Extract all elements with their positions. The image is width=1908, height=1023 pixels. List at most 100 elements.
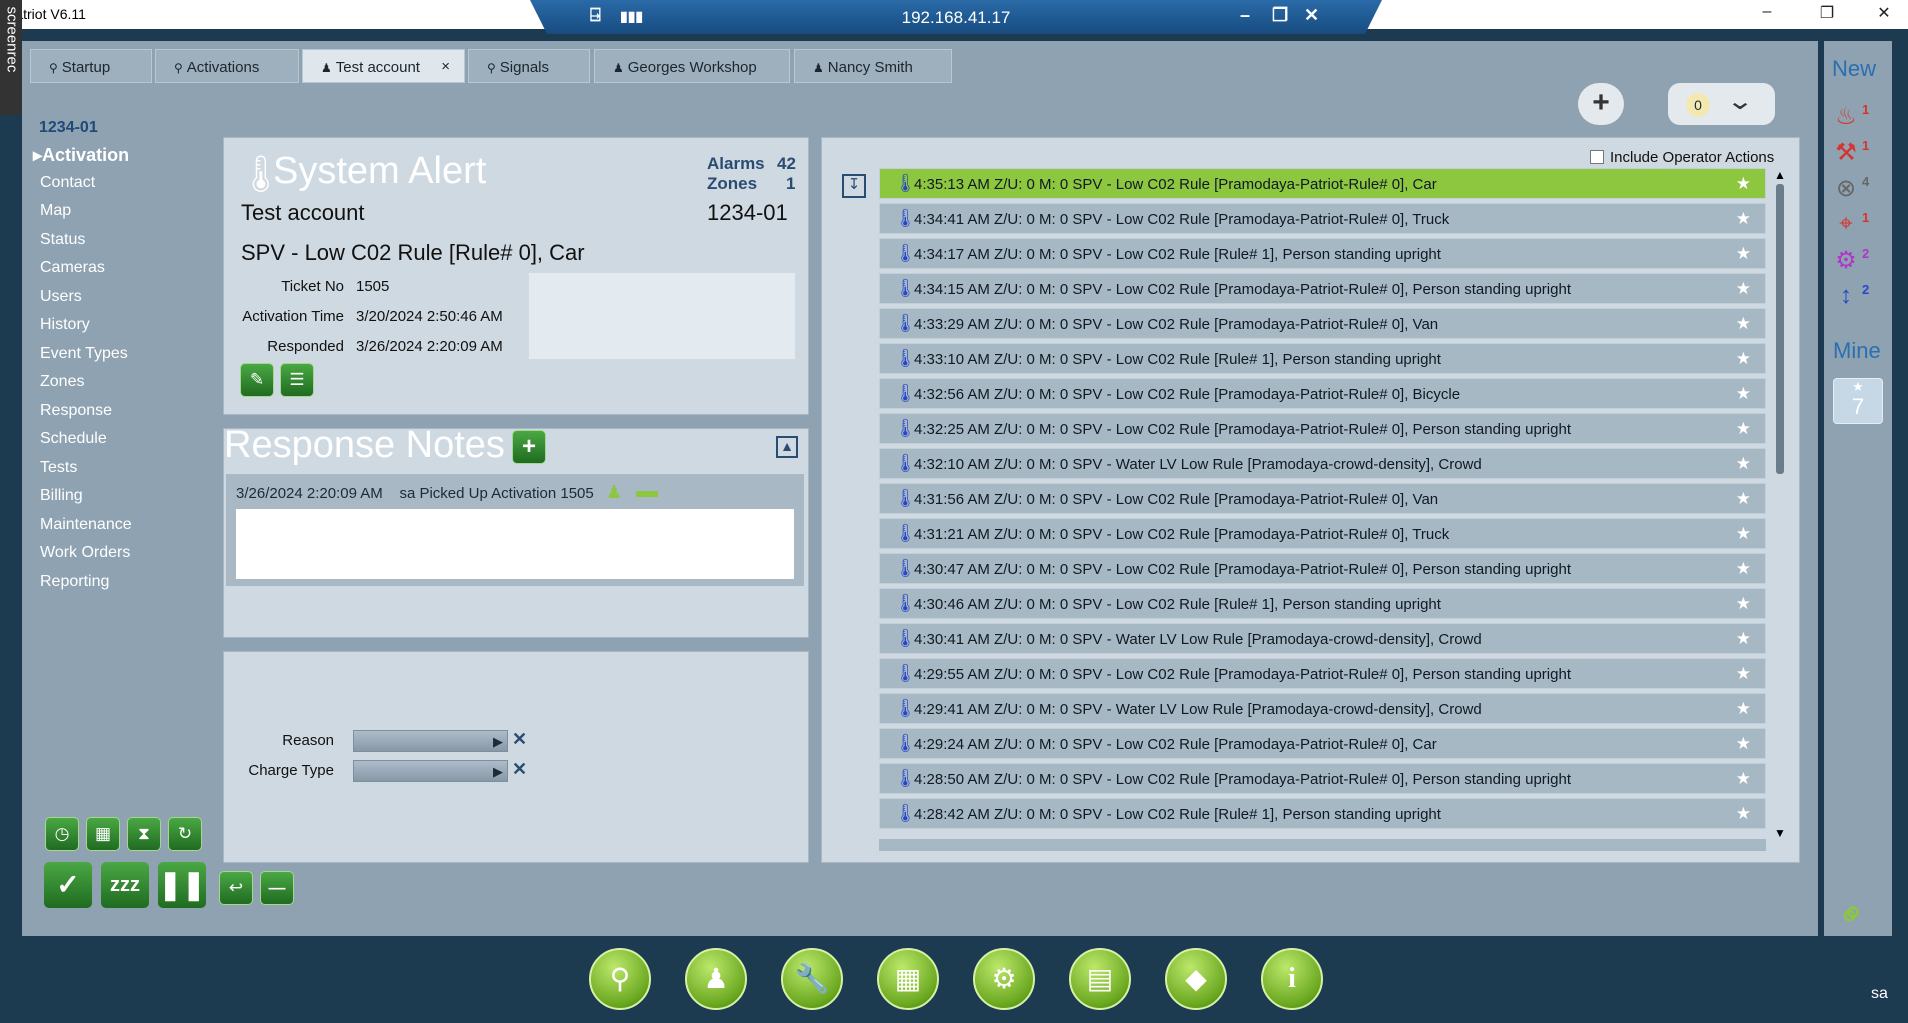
event-row[interactable]: 🌡 4:28:42 AM Z/U: 0 M: 0 SPV - Low C02 Ru… [879, 798, 1766, 829]
nav-history[interactable]: History [40, 316, 90, 334]
nav-work-orders[interactable]: Work Orders [40, 544, 130, 562]
scrollbar[interactable]: ▲ ▼ [1774, 168, 1786, 840]
star-icon[interactable]: ★ [1736, 314, 1751, 334]
charge-type-select[interactable] [353, 760, 508, 782]
grid-button[interactable]: ▦ [86, 817, 120, 851]
refresh-button[interactable]: ↻ [168, 817, 202, 851]
star-icon[interactable]: ★ [1736, 384, 1751, 404]
event-row[interactable]: 🌡 4:28:50 AM Z/U: 0 M: 0 SPV - Low C02 Ru… [879, 763, 1766, 794]
event-row[interactable]: 🌡 4:32:25 AM Z/U: 0 M: 0 SPV - Low C02 Ru… [879, 413, 1766, 444]
tab-activations[interactable]: ⚲ Activations [155, 49, 299, 83]
nav-status[interactable]: Status [40, 231, 85, 249]
event-row[interactable]: 🌡 4:34:17 AM Z/U: 0 M: 0 SPV - Low C02 Ru… [879, 238, 1766, 269]
remote-close-button[interactable]: ✕ [1304, 5, 1319, 26]
nav-response[interactable]: Response [40, 402, 112, 420]
star-icon[interactable]: ★ [1736, 244, 1751, 264]
reports-button[interactable]: ▤ [1069, 948, 1131, 1010]
scroll-thumb[interactable] [1776, 184, 1784, 474]
intruder-icon[interactable]: ⚒ [1828, 138, 1864, 167]
nav-reporting[interactable]: Reporting [40, 573, 109, 591]
tab-nancy-smith[interactable]: ♟ Nancy Smith [794, 49, 952, 83]
event-row[interactable]: 🌡 4:29:41 AM Z/U: 0 M: 0 SPV - Water LV L… [879, 693, 1766, 724]
service-icon[interactable]: ⚙ [1828, 246, 1864, 275]
nav-map[interactable]: Map [40, 202, 71, 220]
star-icon[interactable]: ★ [1736, 489, 1751, 509]
tab-startup[interactable]: ⚲ Startup [30, 49, 152, 83]
star-icon[interactable]: ★ [1736, 699, 1751, 719]
mine-counter[interactable]: ★ 7 [1833, 378, 1883, 424]
star-icon[interactable]: ★ [1736, 769, 1751, 789]
event-row[interactable]: 🌡 4:34:15 AM Z/U: 0 M: 0 SPV - Low C02 Ru… [879, 273, 1766, 304]
signal-icon[interactable]: ⌖ [1828, 210, 1864, 238]
tab-georges-workshop[interactable]: ♟ Georges Workshop [594, 49, 790, 83]
reason-select[interactable] [353, 730, 508, 752]
clear-charge-type-icon[interactable]: ✕ [512, 759, 527, 780]
nav-maintenance[interactable]: Maintenance [40, 516, 132, 534]
star-icon[interactable]: ★ [1736, 524, 1751, 544]
nav-tests[interactable]: Tests [40, 459, 77, 477]
event-row[interactable]: 🌡 4:32:10 AM Z/U: 0 M: 0 SPV - Water LV L… [879, 448, 1766, 479]
star-icon[interactable]: ★ [1736, 559, 1751, 579]
calculator-button[interactable]: ▦ [877, 948, 939, 1010]
event-row[interactable]: 🌡 4:31:21 AM Z/U: 0 M: 0 SPV - Low C02 Ru… [879, 518, 1766, 549]
restore-button[interactable]: ❐ [1815, 3, 1839, 23]
minus-icon[interactable] [636, 491, 658, 497]
nav-contact[interactable]: Contact [40, 174, 95, 192]
minimize-button[interactable]: – [1755, 3, 1779, 21]
event-row[interactable]: 🌡 4:33:29 AM Z/U: 0 M: 0 SPV - Low C02 Ru… [879, 308, 1766, 339]
scroll-down-icon[interactable]: ▼ [1774, 826, 1786, 840]
include-operator-actions-checkbox[interactable] [1590, 150, 1604, 164]
event-row[interactable]: 🌡 4:35:13 AM Z/U: 0 M: 0 SPV - Low C02 Ru… [879, 168, 1766, 199]
star-icon[interactable]: ★ [1736, 209, 1751, 229]
fire-icon[interactable]: ♨ [1828, 102, 1864, 131]
remote-restore-button[interactable]: ❐ [1272, 5, 1288, 26]
event-row[interactable]: 🌡 4:29:24 AM Z/U: 0 M: 0 SPV - Low C02 Ru… [879, 728, 1766, 759]
clients-button[interactable]: ♟ [685, 948, 747, 1010]
nav-schedule[interactable]: Schedule [40, 430, 107, 448]
event-row[interactable]: 🌡 4:30:41 AM Z/U: 0 M: 0 SPV - Water LV L… [879, 623, 1766, 654]
event-row[interactable]: 🌡 4:33:10 AM Z/U: 0 M: 0 SPV - Low C02 Ru… [879, 343, 1766, 374]
star-icon[interactable]: ★ [1736, 629, 1751, 649]
remove-button[interactable]: — [260, 871, 294, 905]
radio-tower-button[interactable]: ⚲ [589, 948, 651, 1010]
settings-button[interactable]: ⚙ [973, 948, 1035, 1010]
notes-button[interactable]: ☰ [280, 363, 314, 397]
star-icon[interactable]: ★ [1736, 419, 1751, 439]
event-row[interactable]: 🌡 4:30:46 AM Z/U: 0 M: 0 SPV - Low C02 Ru… [879, 588, 1766, 619]
tab-test-account[interactable]: ♟ Test account × [302, 49, 465, 83]
star-icon[interactable]: ★ [1736, 454, 1751, 474]
pause-button[interactable]: ❚❚ [158, 862, 206, 908]
tools-button[interactable]: 🔧 [781, 948, 843, 1010]
star-icon[interactable]: ★ [1736, 734, 1751, 754]
tab-close-icon[interactable]: × [441, 58, 450, 75]
collapse-icon[interactable]: ▲ [776, 436, 798, 458]
alarm-clock-button[interactable]: ◷ [45, 817, 79, 851]
star-icon[interactable]: ★ [1736, 664, 1751, 684]
nav-billing[interactable]: Billing [40, 487, 83, 505]
add-button[interactable]: + [1578, 83, 1624, 125]
download-icon[interactable]: ↧ [842, 174, 866, 198]
clear-reason-icon[interactable]: ✕ [512, 729, 527, 750]
nav-event-types[interactable]: Event Types [40, 345, 128, 363]
star-icon[interactable]: ★ [1736, 349, 1751, 369]
event-row[interactable]: 🌡 4:29:55 AM Z/U: 0 M: 0 SPV - Low C02 Ru… [879, 658, 1766, 689]
nav-activation[interactable]: ▸Activation [33, 145, 129, 166]
scroll-up-icon[interactable]: ▲ [1774, 168, 1786, 182]
close-button[interactable]: ✕ [1872, 3, 1896, 23]
star-icon[interactable]: ★ [1736, 279, 1751, 299]
dispatch-button[interactable]: ✎ [240, 363, 274, 397]
event-row[interactable]: 🌡 4:31:56 AM Z/U: 0 M: 0 SPV - Low C02 Ru… [879, 483, 1766, 514]
remote-minimize-button[interactable]: – [1240, 5, 1250, 26]
thermo-icon[interactable]: ↕ [1828, 282, 1864, 310]
nav-users[interactable]: Users [40, 288, 82, 306]
event-row[interactable]: 🌡 4:32:56 AM Z/U: 0 M: 0 SPV - Low C02 Ru… [879, 378, 1766, 409]
signal-button[interactable]: ⧗ [127, 817, 161, 851]
event-row[interactable]: 🌡 4:34:41 AM Z/U: 0 M: 0 SPV - Low C02 Ru… [879, 203, 1766, 234]
fault-icon[interactable]: ⊗ [1828, 174, 1864, 203]
star-icon[interactable]: ★ [1736, 174, 1751, 194]
star-icon[interactable]: ★ [1736, 594, 1751, 614]
info-button[interactable]: i [1261, 948, 1323, 1010]
event-row[interactable]: 🌡 4:30:47 AM Z/U: 0 M: 0 SPV - Low C02 Ru… [879, 553, 1766, 584]
add-note-button[interactable]: + [512, 430, 546, 464]
complete-button[interactable]: ✓ [44, 862, 92, 908]
